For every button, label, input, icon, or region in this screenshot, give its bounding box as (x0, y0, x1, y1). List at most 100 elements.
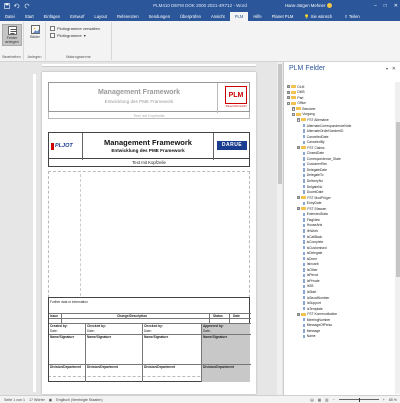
collapse-icon[interactable]: - (287, 101, 291, 106)
undo-icon[interactable] (14, 3, 20, 9)
scrollbar-thumb[interactable] (277, 64, 282, 184)
zoom-out-icon[interactable]: − (333, 398, 335, 402)
page-count[interactable]: Seite 1 von 1 (4, 398, 25, 402)
tree-item-label: isCustomised (306, 245, 327, 250)
header-block[interactable]: PLJOT Management Framework Entwicklung d… (48, 132, 250, 160)
collapse-icon[interactable]: - (292, 112, 296, 117)
field-icon (302, 307, 306, 311)
tab-planet-plm[interactable]: Planet PLM (267, 12, 299, 21)
user-avatar[interactable] (327, 3, 333, 9)
field-icon (302, 234, 306, 239)
field-icon (302, 334, 306, 339)
expand-icon[interactable]: + (287, 90, 291, 94)
field-icon (302, 123, 306, 128)
tree-item[interactable]: Name (302, 334, 316, 339)
tab-ansicht[interactable]: Ansicht (206, 12, 230, 21)
bilder-button[interactable]: Bilder (25, 24, 45, 39)
close-icon[interactable]: ✕ (394, 3, 398, 9)
tree-item-label: FST Claims (307, 145, 325, 150)
tree-item-label: CancelledDate (306, 134, 329, 139)
header-block-grayed[interactable]: Management Framework Entwicklung des PME… (48, 82, 250, 113)
expand-icon[interactable]: + (297, 312, 301, 316)
field-icon (302, 168, 306, 172)
share-button[interactable]: ⇪ Teilen (338, 12, 366, 21)
expand-icon[interactable]: + (287, 96, 291, 100)
tree-item-label: ExtendedData (306, 212, 328, 217)
redo-icon[interactable] (24, 3, 30, 9)
zoom-in-icon[interactable]: + (383, 398, 385, 402)
expand-icon[interactable]: + (297, 196, 301, 200)
tree-item-label: DelgateNo (306, 184, 323, 189)
expand-icon[interactable]: + (292, 107, 296, 111)
word-count[interactable]: 17 Wörter (29, 398, 45, 402)
save-icon[interactable] (4, 2, 10, 9)
tab-sendungen[interactable]: Sendungen (144, 12, 175, 21)
pane-scrollbar[interactable] (395, 82, 400, 394)
tell-me-search[interactable]: 💡 Sie wünsch (298, 12, 338, 21)
tab-plm[interactable]: PLM (229, 12, 249, 21)
expand-icon[interactable]: + (297, 207, 301, 211)
expand-icon[interactable]: + (297, 118, 301, 122)
read-mode-icon[interactable]: ▤ (310, 398, 313, 402)
pane-title: PLM Felder (289, 65, 326, 72)
tab-datei[interactable]: Datei (0, 12, 20, 21)
language-indicator[interactable]: Englisch (Vereinigte Staaten) (56, 398, 102, 402)
window-title: PLM410 DEFM DOK 2000 2021-4R712 - Word (153, 3, 247, 8)
field-icon (302, 134, 306, 139)
tree-item-label: FST Efassen (307, 206, 327, 211)
field-icon (302, 229, 306, 233)
tree-item-label: ItOB (306, 284, 314, 289)
maximize-icon[interactable]: □ (384, 3, 387, 9)
tab-entwurf[interactable]: Entwurf (65, 12, 89, 21)
field-icon (302, 157, 306, 161)
field-icon (302, 179, 306, 183)
print-layout-icon[interactable]: ▦ (318, 398, 321, 402)
tree-item-label: isDelegate (306, 251, 323, 256)
folder-icon (291, 101, 296, 105)
tab-hilfe[interactable]: Hilfe (248, 12, 266, 21)
zoom-slider[interactable] (338, 397, 379, 402)
zoom-level[interactable]: 85 % (389, 398, 397, 402)
vertical-ruler[interactable] (33, 74, 36, 392)
chevron-down-icon: ▾ (83, 33, 86, 38)
tree-item-label: Part (297, 95, 304, 100)
scrollbar-thumb[interactable] (395, 122, 400, 277)
felder-anlegen-button[interactable]: Felder anlegen (2, 24, 22, 46)
daru-logo: DARUE (217, 141, 247, 150)
user-name[interactable]: Hans-Jürgen Mehner (285, 3, 333, 9)
tab-einf-gen[interactable]: Einfügen (39, 12, 66, 21)
tab-layout[interactable]: Layout (89, 12, 112, 21)
plm-logo: PLM (225, 86, 247, 104)
tree-item-label: DelegateDate (306, 167, 327, 172)
field-icon (302, 284, 306, 289)
plotlogramme-verwalten-button[interactable]: Plotlogramme verwalten (50, 26, 100, 31)
folder-icon (296, 107, 301, 111)
tab-referenzen[interactable]: Referenzen (112, 12, 144, 21)
tree-item-label: ClosedDate (306, 151, 325, 156)
tree-item-label: IsPerod (306, 273, 319, 278)
tree-item-label: DelegateTo (306, 173, 324, 178)
web-layout-icon[interactable]: ▥ (325, 398, 328, 402)
document-scrollbar[interactable] (277, 62, 282, 395)
ribbon-group-bearbeiten: Felder anlegen Bearbeiten (0, 22, 24, 60)
title-block-table[interactable]: Further data or information Issue Change… (48, 297, 251, 382)
expand-icon[interactable]: + (287, 85, 291, 89)
plotlogramme-dropdown[interactable]: Plotlogramme ▾ (50, 33, 86, 38)
expand-icon[interactable]: + (297, 146, 301, 150)
horizontal-ruler[interactable] (42, 64, 256, 67)
tree-item-label: isDone (306, 256, 318, 261)
minimize-icon[interactable]: – (374, 3, 377, 9)
tree-item-label: Correspondence_State (306, 156, 341, 161)
folder-icon (291, 85, 296, 89)
tree-item-label: MessageOfPerso (306, 323, 333, 328)
pane-options-icon[interactable]: ▾ (386, 66, 388, 71)
tab-start[interactable]: Start (20, 12, 39, 21)
field-icon (302, 273, 306, 278)
tab--berpr-fen[interactable]: Überprüfen (175, 12, 206, 21)
proofing-icon[interactable]: ▣ (49, 398, 52, 402)
plm-fields-pane: PLM Felder ▾ ✕ + DLM + DMS + Part - Office + Benu… (283, 62, 400, 395)
document-page[interactable]: Management Framework Entwicklung des PME… (42, 72, 256, 394)
tree-item-label: HouseArts (306, 223, 323, 228)
field-icon (302, 140, 306, 144)
close-icon[interactable]: ✕ (392, 66, 396, 72)
